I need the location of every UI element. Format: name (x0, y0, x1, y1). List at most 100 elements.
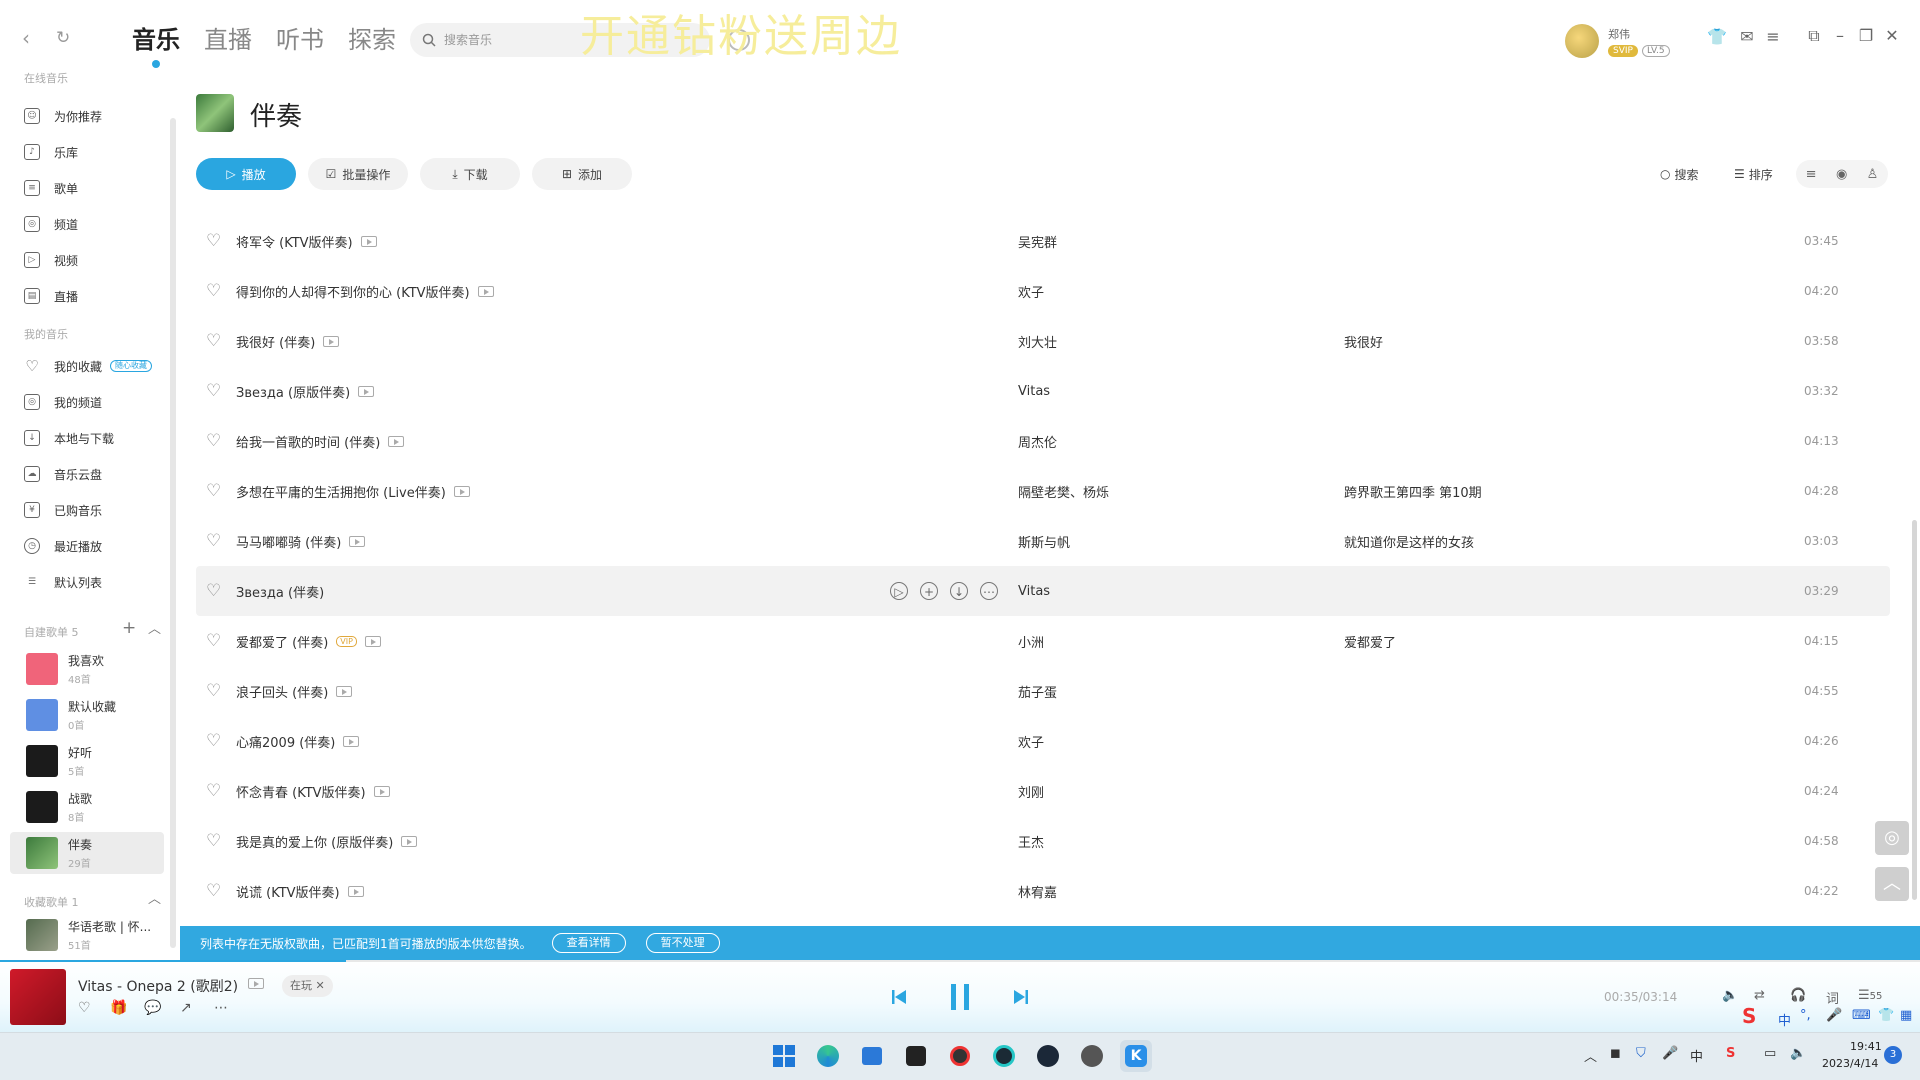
playing-chip[interactable]: 在玩 ✕ (282, 975, 333, 997)
progress-bar[interactable] (0, 960, 1920, 962)
close-icon[interactable]: ✕ (1880, 24, 1904, 48)
song-artist[interactable]: 刘刚 (1018, 782, 1044, 801)
album-view-icon[interactable]: ◉ (1836, 167, 1847, 182)
playlist-item-active[interactable]: 伴奏 29首 (10, 832, 164, 874)
like-heart-icon[interactable]: ♡ (206, 631, 226, 651)
sound-effect-icon[interactable]: 🎧 (1790, 988, 1806, 1003)
mail-icon[interactable]: ✉ (1736, 26, 1758, 48)
edge-icon[interactable] (812, 1040, 844, 1072)
lyric-button[interactable]: 词 (1826, 988, 1839, 1007)
ignore-button[interactable]: 暂不处理 (645, 933, 720, 953)
mv-icon[interactable] (336, 685, 353, 697)
capcut-icon[interactable] (900, 1040, 932, 1072)
song-row[interactable]: ♡ 马马嘟嘟骑 (伴奏) 斯斯与帆 就知道你是这样的女孩 03:03 (196, 516, 1890, 566)
like-heart-icon[interactable]: ♡ (206, 531, 226, 551)
sogou-ime-icon[interactable]: S (1742, 1004, 1756, 1028)
song-artist[interactable]: 刘大壮 (1018, 332, 1057, 351)
list-view-icon[interactable]: ≡ (1806, 167, 1817, 182)
speaker-icon[interactable]: 🔈 (1790, 1046, 1806, 1061)
sidebar-item-cloud[interactable]: ☁ 音乐云盘 (24, 460, 102, 488)
like-heart-icon[interactable]: ♡ (206, 831, 226, 851)
now-playing-title[interactable]: Vitas - Onepa 2 (歌剧2) (78, 976, 238, 996)
sidebar-item-my-channels[interactable]: ◎ 我的频道 (24, 388, 102, 416)
song-title[interactable]: 将军令 (KTV版伴奏) (236, 232, 377, 251)
song-artist[interactable]: Vitas (1018, 384, 1050, 399)
song-album[interactable]: 跨界歌王第四季 第10期 (1344, 482, 1482, 501)
sidebar-item-library[interactable]: ♪ 乐库 (24, 138, 78, 166)
song-title[interactable]: 怀念青春 (KTV版伴奏) (236, 782, 390, 801)
like-heart-icon[interactable]: ♡ (206, 881, 226, 901)
like-heart-icon[interactable]: ♡ (206, 481, 226, 501)
maximize-icon[interactable]: ❐ (1854, 24, 1878, 48)
avatar[interactable] (1565, 24, 1599, 58)
song-artist[interactable]: 小洲 (1018, 632, 1044, 651)
song-artist[interactable]: 斯斯与帆 (1018, 532, 1070, 551)
back-arrow-icon[interactable]: ‹ (22, 28, 30, 48)
mv-icon[interactable] (248, 978, 264, 989)
tray-shield-icon[interactable]: ⛉ (1636, 1046, 1646, 1061)
ime-toolbox-icon[interactable]: ▦ (1900, 1008, 1912, 1023)
sidebar-scrollbar[interactable] (170, 118, 176, 948)
song-album[interactable]: 就知道你是这样的女孩 (1344, 532, 1474, 551)
promo-banner[interactable]: 开通钻粉送周边 (580, 0, 902, 64)
song-artist[interactable]: 欢子 (1018, 282, 1044, 301)
song-artist[interactable]: Vitas (1018, 584, 1050, 599)
collapse-icon[interactable]: ︿ (148, 618, 161, 637)
sidebar-item-recommend[interactable]: ☺ 为你推荐 (24, 102, 102, 130)
collected-playlist-item[interactable]: 华语老歌 | 怀... 51首 (10, 914, 164, 956)
list-search-button[interactable]: ○ 搜索 (1660, 160, 1699, 188)
notification-badge[interactable]: 3 (1884, 1046, 1902, 1064)
like-heart-icon[interactable]: ♡ (206, 331, 226, 351)
tab-music[interactable]: 音乐 (132, 22, 180, 68)
song-title[interactable]: 心痛2009 (伴奏) (236, 732, 360, 751)
back-to-top-icon[interactable]: ︿ (1875, 867, 1909, 901)
playlist-item[interactable]: 战歌 8首 (10, 786, 164, 828)
play-icon[interactable]: ▷ (890, 582, 908, 600)
song-title[interactable]: 我很好 (伴奏) (236, 332, 340, 351)
song-row[interactable]: ♡ 怀念青春 (KTV版伴奏) 刘刚 04:24 (196, 766, 1890, 816)
song-row[interactable]: ♡ 浪子回头 (伴奏) 茄子蛋 04:55 (196, 666, 1890, 716)
like-heart-icon[interactable]: ♡ (206, 581, 226, 601)
sidebar-item-default-list[interactable]: ☰ 默认列表 (24, 568, 102, 596)
like-heart-icon[interactable]: ♡ (206, 781, 226, 801)
like-icon[interactable]: ♡ (78, 1000, 91, 1016)
mv-icon[interactable] (388, 435, 405, 447)
clock-date[interactable]: 2023/4/14 (1822, 1057, 1878, 1070)
playlist-item[interactable]: 我喜欢 48首 (10, 648, 164, 690)
mv-icon[interactable] (347, 885, 364, 897)
minimize-icon[interactable]: – (1828, 24, 1852, 48)
mv-icon[interactable] (373, 785, 390, 797)
mv-icon[interactable] (349, 535, 366, 547)
song-row[interactable]: ♡ 心痛2009 (伴奏) 欢子 04:26 (196, 716, 1890, 766)
refresh-icon[interactable]: ↻ (56, 28, 70, 48)
mini-mode-icon[interactable]: ⧉ (1802, 24, 1826, 48)
mv-icon[interactable] (401, 835, 418, 847)
song-row[interactable]: ♡ 说谎 (KTV版伴奏) 林宥嘉 04:22 (196, 866, 1890, 916)
song-row[interactable]: ♡ 给我一首歌的时间 (伴奏) 周杰伦 04:13 (196, 416, 1890, 466)
sidebar-item-purchased[interactable]: ¥ 已购音乐 (24, 496, 102, 524)
menu-icon[interactable]: ≡ (1762, 26, 1784, 48)
mv-icon[interactable] (453, 485, 470, 497)
clock-time[interactable]: 19:41 (1850, 1040, 1882, 1053)
mv-icon[interactable] (358, 385, 375, 397)
sidebar-item-playlists[interactable]: ≡ 歌单 (24, 174, 78, 202)
start-icon[interactable] (768, 1040, 800, 1072)
song-album[interactable]: 我很好 (1344, 332, 1383, 351)
batch-button[interactable]: ☑ 批量操作 (308, 158, 408, 190)
user-name[interactable]: 郑伟 (1608, 26, 1630, 42)
tab-live[interactable]: 直播 (204, 22, 252, 58)
tray-mic-icon[interactable]: 🎤 (1662, 1046, 1678, 1061)
download-button[interactable]: ⤓ 下载 (420, 158, 520, 190)
previous-icon[interactable] (890, 988, 908, 1006)
song-artist[interactable]: 欢子 (1018, 732, 1044, 751)
more-icon[interactable]: ⋯ (980, 582, 998, 600)
song-artist[interactable]: 王杰 (1018, 832, 1044, 851)
next-icon[interactable] (1012, 988, 1030, 1006)
tray-ime-icon[interactable]: 中 (1690, 1046, 1703, 1065)
ime-voice-icon[interactable]: 🎤 (1826, 1008, 1842, 1023)
sidebar-item-favorites[interactable]: ♡ 我的收藏 随心收藏 (24, 352, 153, 380)
song-artist[interactable]: 吴宪群 (1018, 232, 1057, 251)
like-heart-icon[interactable]: ♡ (206, 381, 226, 401)
song-title[interactable]: 马马嘟嘟骑 (伴奏) (236, 532, 366, 551)
loop-mode-icon[interactable]: ⇄ (1754, 988, 1765, 1003)
